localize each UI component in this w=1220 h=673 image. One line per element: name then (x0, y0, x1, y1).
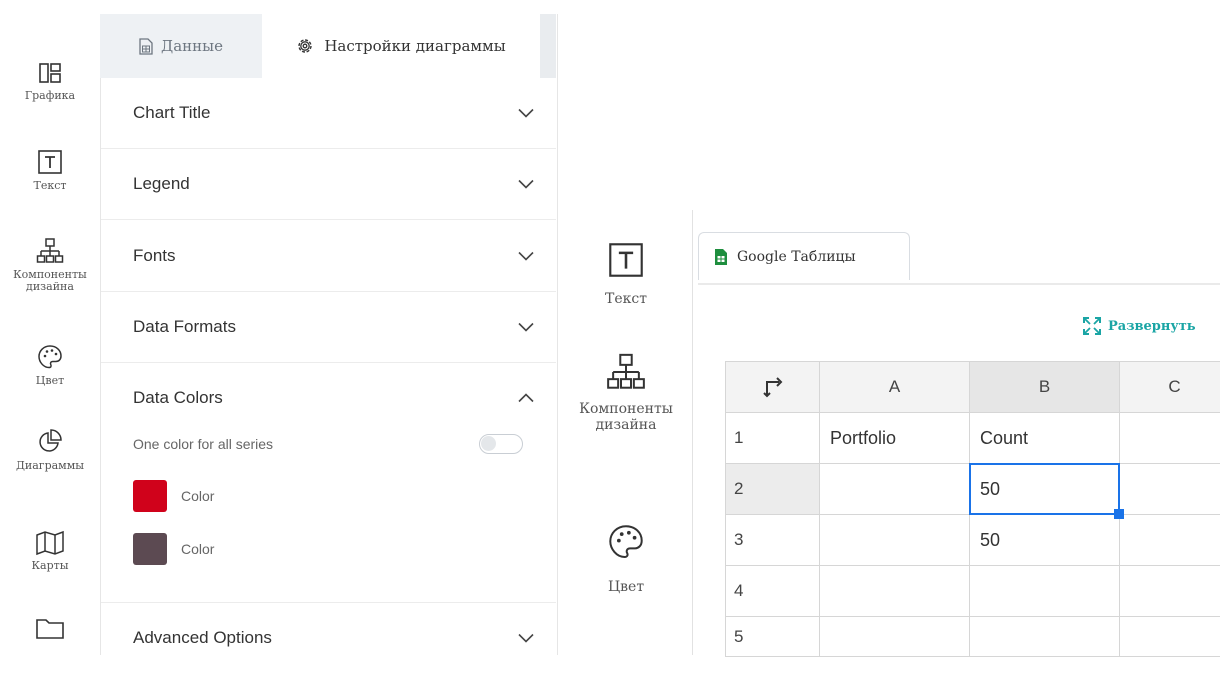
folder-icon (36, 619, 64, 639)
cell-c5[interactable] (1120, 617, 1220, 657)
cell-b1[interactable]: Count (970, 413, 1120, 464)
section-title: Chart Title (133, 103, 211, 122)
cell-a5[interactable] (820, 617, 970, 657)
pie-chart-icon (39, 429, 62, 452)
google-sheets-icon (715, 248, 727, 265)
column-header-c[interactable]: C (1120, 361, 1220, 413)
row-header-2[interactable]: 2 (725, 464, 820, 515)
one-color-label: One color for all series (133, 436, 274, 452)
left-sidebar: Графика Текст Компоненты дизайна Цвет Ди… (0, 0, 100, 655)
palette-icon (38, 345, 62, 369)
section-legend[interactable]: Legend (101, 149, 556, 220)
data-colors-body: One color for all series Color Color (101, 430, 556, 603)
toolbar-divider (698, 283, 1220, 285)
color-label: Color (181, 541, 215, 557)
chevron-down-icon (518, 179, 534, 189)
chevron-down-icon (518, 322, 534, 332)
one-color-toggle[interactable] (479, 434, 523, 454)
row-header-1[interactable]: 1 (725, 413, 820, 464)
row-header-5[interactable]: 5 (725, 617, 820, 657)
sidebar-item-text[interactable]: Текст (560, 240, 692, 307)
sidebar-item-label: Карты (31, 559, 69, 572)
section-title: Data Colors (133, 388, 223, 407)
sidebar-item-label: Компоненты дизайна (13, 268, 87, 293)
cell-b4[interactable] (970, 566, 1120, 617)
section-title: Legend (133, 174, 190, 193)
section-title: Advanced Options (133, 628, 272, 647)
sidebar-divider (692, 210, 693, 655)
sidebar-item-label: Компоненты дизайна (579, 401, 673, 433)
tab-chart-settings[interactable]: Настройки диаграммы (262, 14, 540, 78)
sidebar-item-label: Графика (24, 89, 76, 102)
sidebar-item-label: Цвет (607, 579, 645, 595)
section-title: Data Formats (133, 317, 236, 336)
expand-label: Развернуть (1108, 318, 1196, 334)
sidebar-item-design-components[interactable]: Компоненты дизайна (560, 352, 692, 433)
fill-handle[interactable] (1114, 509, 1124, 519)
tabbar-scroll-edge (540, 14, 556, 78)
section-title: Fonts (133, 246, 176, 265)
selected-cell-outline (969, 463, 1120, 515)
palette-icon (609, 525, 643, 559)
sidebar-item-color[interactable]: Цвет (0, 343, 100, 387)
column-header-a[interactable]: A (820, 361, 970, 413)
expand-button[interactable]: Развернуть (1082, 316, 1196, 336)
sidebar-item-label: Цвет (35, 374, 65, 387)
chevron-up-icon (518, 393, 534, 403)
tab-data[interactable]: Данные (100, 14, 262, 78)
google-sheets-label: Google Таблицы (737, 248, 856, 265)
cell-a4[interactable] (820, 566, 970, 617)
toggle-knob (481, 436, 496, 451)
cell-a2[interactable] (820, 464, 970, 515)
chevron-down-icon (518, 251, 534, 261)
sidebar-item-color[interactable]: Цвет (560, 522, 692, 595)
row-header-4[interactable]: 4 (725, 566, 820, 617)
sidebar-item-folder[interactable] (0, 615, 100, 641)
hierarchy-icon (607, 353, 645, 389)
cell-b5[interactable] (970, 617, 1120, 657)
section-chart-title[interactable]: Chart Title (101, 78, 556, 149)
gear-icon (298, 39, 313, 53)
tab-data-label: Данные (161, 37, 223, 55)
sidebar-item-graphics[interactable]: Графика (0, 60, 100, 102)
sidebar-item-label: Текст (33, 179, 67, 192)
sidebar-item-label: Текст (605, 291, 647, 307)
expand-icon (1083, 317, 1101, 335)
sidebar-item-label: Диаграммы (15, 459, 85, 472)
section-data-colors[interactable]: Data Colors (101, 363, 556, 433)
section-advanced-options[interactable]: Advanced Options (101, 603, 556, 673)
sidebar-item-maps[interactable]: Карты (0, 530, 100, 572)
spreadsheet-doc-icon (139, 37, 153, 55)
secondary-sidebar: Текст Компоненты дизайна Цвет (560, 210, 692, 655)
google-sheets-button[interactable]: Google Таблицы (698, 232, 910, 280)
color-swatch[interactable] (133, 533, 167, 565)
corner-arrow-icon (762, 377, 782, 398)
chevron-down-icon (518, 108, 534, 118)
section-data-formats[interactable]: Data Formats (101, 292, 556, 363)
cell-a1[interactable]: Portfolio (820, 413, 970, 464)
chevron-down-icon (518, 633, 534, 643)
hierarchy-icon (36, 238, 64, 263)
color-label: Color (181, 488, 215, 504)
color-swatch[interactable] (133, 480, 167, 512)
graphics-grid-icon (39, 63, 61, 83)
row-header-3[interactable]: 3 (725, 515, 820, 566)
sidebar-item-design-components[interactable]: Компоненты дизайна (0, 237, 100, 293)
cell-c2[interactable] (1120, 464, 1220, 515)
cell-c1[interactable] (1120, 413, 1220, 464)
column-header-b[interactable]: B (970, 361, 1120, 413)
tab-chart-settings-label: Настройки диаграммы (324, 37, 506, 55)
sidebar-item-text[interactable]: Текст (0, 148, 100, 192)
cell-b3[interactable]: 50 (970, 515, 1120, 566)
cell-a3[interactable] (820, 515, 970, 566)
cell-c3[interactable] (1120, 515, 1220, 566)
panel-tabs: Данные Настройки диаграммы (100, 14, 540, 78)
text-box-icon (38, 150, 62, 174)
sidebar-item-charts[interactable]: Диаграммы (0, 428, 100, 472)
map-icon (36, 530, 64, 556)
select-all-corner[interactable] (725, 361, 820, 413)
text-box-icon (609, 243, 643, 277)
cell-c4[interactable] (1120, 566, 1220, 617)
section-fonts[interactable]: Fonts (101, 221, 556, 292)
